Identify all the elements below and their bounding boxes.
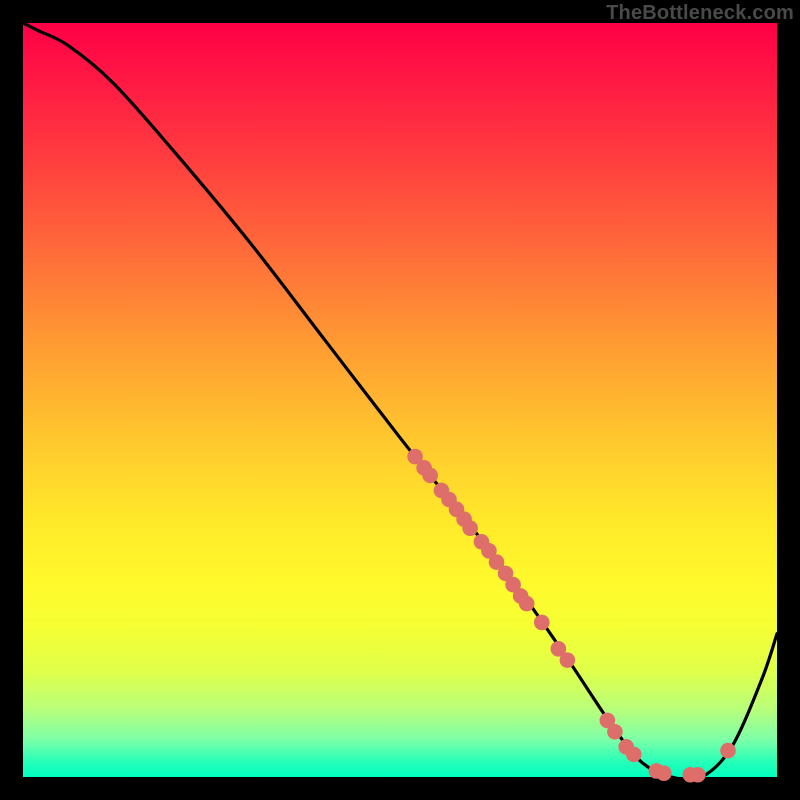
- data-dot: [656, 765, 672, 781]
- chart-frame: TheBottleneck.com: [0, 0, 800, 800]
- data-dot: [422, 468, 438, 484]
- bottleneck-curve: [23, 23, 777, 780]
- data-dot: [607, 724, 623, 740]
- plot-area: [23, 23, 777, 777]
- data-dot: [626, 747, 642, 763]
- watermark-label: TheBottleneck.com: [606, 2, 794, 25]
- data-dot: [690, 767, 706, 783]
- data-dot: [519, 596, 535, 612]
- data-dot: [462, 520, 478, 536]
- data-dot: [534, 615, 550, 631]
- data-dot: [720, 743, 736, 759]
- curve-svg: [23, 23, 777, 777]
- data-dot: [560, 652, 576, 668]
- highlight-dots: [407, 449, 736, 783]
